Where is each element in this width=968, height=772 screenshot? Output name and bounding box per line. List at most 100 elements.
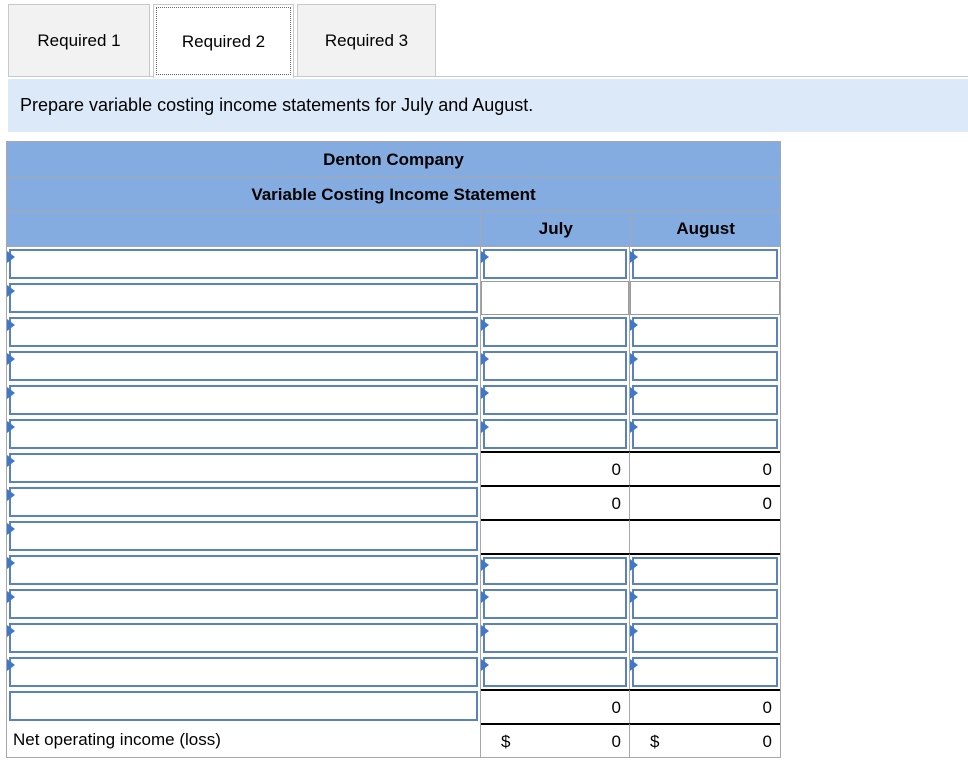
august-cell[interactable] <box>630 621 780 655</box>
july-input[interactable] <box>483 385 627 415</box>
august-input[interactable] <box>632 657 778 687</box>
august-cell[interactable] <box>630 383 780 417</box>
july-cell[interactable] <box>481 247 630 281</box>
statement-row <box>7 519 780 553</box>
dropdown-arrow-icon <box>481 421 489 433</box>
row-label-dropdown[interactable] <box>7 485 481 519</box>
tab-required-2[interactable]: Required 2 <box>153 4 294 78</box>
row-label-dropdown[interactable] <box>7 689 481 723</box>
label-select[interactable] <box>9 249 478 279</box>
august-cell[interactable] <box>630 417 780 451</box>
net-operating-income-row: Net operating income (loss) $0 $0 <box>7 723 780 757</box>
july-value: 0 <box>611 732 621 751</box>
label-select[interactable] <box>9 487 478 517</box>
july-cell <box>481 519 630 553</box>
label-select[interactable] <box>9 555 478 585</box>
dropdown-arrow-icon <box>7 353 15 365</box>
statement-row <box>7 281 780 315</box>
dropdown-arrow-icon <box>7 251 15 263</box>
row-label-dropdown[interactable] <box>7 247 481 281</box>
august-input[interactable] <box>632 351 778 381</box>
tab-required-1[interactable]: Required 1 <box>8 4 150 76</box>
july-input[interactable] <box>483 249 627 279</box>
dropdown-arrow-icon <box>481 353 489 365</box>
statement-row <box>7 417 780 451</box>
july-cell[interactable] <box>481 655 630 689</box>
row-label-dropdown[interactable] <box>7 281 481 315</box>
august-column-header: August <box>676 219 735 238</box>
row-label-dropdown[interactable] <box>7 315 481 349</box>
dropdown-arrow-icon <box>481 591 489 603</box>
dropdown-arrow-icon <box>481 659 489 671</box>
dropdown-arrow-icon <box>7 523 15 535</box>
august-value: 0 <box>762 732 772 751</box>
dropdown-arrow-icon <box>481 319 489 331</box>
row-label-dropdown[interactable] <box>7 655 481 689</box>
july-cell[interactable] <box>481 621 630 655</box>
july-readonly <box>481 281 629 315</box>
statement-row <box>7 315 780 349</box>
july-input[interactable] <box>483 557 627 585</box>
august-cell: 0 <box>630 485 780 519</box>
row-label-dropdown[interactable] <box>7 349 481 383</box>
label-select[interactable] <box>9 691 478 721</box>
july-input[interactable] <box>483 419 627 449</box>
row-label-dropdown[interactable] <box>7 417 481 451</box>
label-select[interactable] <box>9 385 478 415</box>
august-cell[interactable] <box>630 349 780 383</box>
july-cell[interactable] <box>481 315 630 349</box>
july-cell[interactable] <box>481 587 630 621</box>
august-cell[interactable] <box>630 247 780 281</box>
august-input[interactable] <box>632 249 778 279</box>
july-input[interactable] <box>483 657 627 687</box>
label-select[interactable] <box>9 453 478 483</box>
statement-title: Variable Costing Income Statement <box>7 178 780 212</box>
label-select[interactable] <box>9 623 478 653</box>
label-select[interactable] <box>9 351 478 381</box>
august-input[interactable] <box>632 557 778 585</box>
row-label-dropdown[interactable] <box>7 383 481 417</box>
statement-row <box>7 247 780 281</box>
august-cell[interactable] <box>630 553 780 587</box>
july-readonly <box>481 521 629 553</box>
august-cell[interactable] <box>630 655 780 689</box>
row-label-dropdown[interactable] <box>7 553 481 587</box>
dropdown-arrow-icon <box>7 489 15 501</box>
july-cell[interactable] <box>481 383 630 417</box>
july-input[interactable] <box>483 589 627 619</box>
row-label-dropdown[interactable] <box>7 519 481 553</box>
july-cell[interactable] <box>481 553 630 587</box>
august-cell[interactable] <box>630 587 780 621</box>
july-cell[interactable] <box>481 349 630 383</box>
income-statement-table: Denton Company Variable Costing Income S… <box>6 141 781 758</box>
dropdown-arrow-icon <box>7 285 15 297</box>
label-select[interactable] <box>9 317 478 347</box>
dropdown-arrow-icon <box>7 659 15 671</box>
august-input[interactable] <box>632 419 778 449</box>
label-select[interactable] <box>9 419 478 449</box>
statement-row <box>7 383 780 417</box>
statement-row <box>7 621 780 655</box>
dropdown-arrow-icon <box>7 625 15 637</box>
august-input[interactable] <box>632 589 778 619</box>
august-input[interactable] <box>632 623 778 653</box>
dropdown-arrow-icon <box>630 659 638 671</box>
dropdown-arrow-icon <box>7 557 15 569</box>
label-select[interactable] <box>9 521 478 551</box>
row-label-dropdown[interactable] <box>7 451 481 485</box>
tab-required-3[interactable]: Required 3 <box>297 4 436 76</box>
july-input[interactable] <box>483 623 627 653</box>
august-cell[interactable] <box>630 315 780 349</box>
label-select[interactable] <box>9 283 478 313</box>
label-select[interactable] <box>9 589 478 619</box>
statement-row <box>7 587 780 621</box>
row-label-dropdown[interactable] <box>7 621 481 655</box>
august-input[interactable] <box>632 385 778 415</box>
dropdown-arrow-icon <box>481 559 489 571</box>
row-label-dropdown[interactable] <box>7 587 481 621</box>
label-select[interactable] <box>9 657 478 687</box>
august-input[interactable] <box>632 317 778 347</box>
july-cell[interactable] <box>481 417 630 451</box>
july-input[interactable] <box>483 317 627 347</box>
july-input[interactable] <box>483 351 627 381</box>
